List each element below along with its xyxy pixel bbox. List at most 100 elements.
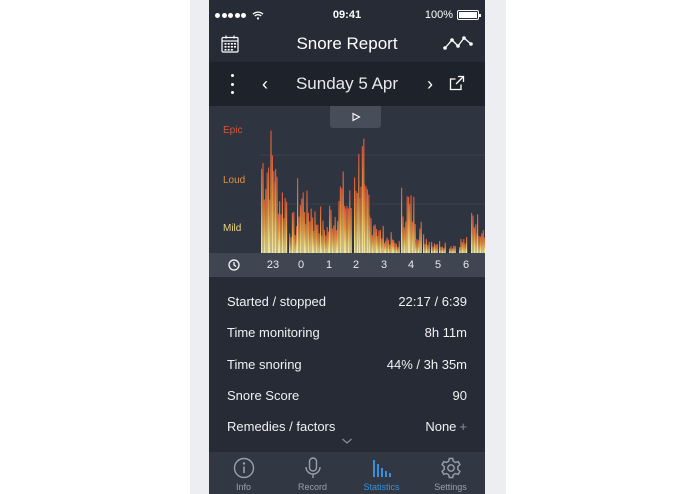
info-icon (233, 457, 254, 479)
battery-percent: 100% (424, 9, 453, 21)
wifi-icon (252, 10, 264, 19)
tab-label: Info (235, 482, 251, 492)
date-label: Sunday 5 Apr (295, 74, 399, 93)
tab-info[interactable]: Info (209, 452, 278, 494)
snore-bar (398, 240, 400, 253)
snore-bar (381, 238, 383, 253)
stat-label: Time monitoring (227, 325, 320, 340)
snore-bar (450, 246, 452, 253)
snore-bar (379, 229, 381, 253)
snore-bar (270, 130, 272, 253)
snore-bar (482, 229, 484, 253)
snore-bar (350, 207, 352, 253)
tab-bar: Info Record Statistics Settings (209, 452, 485, 494)
snore-bar (347, 208, 349, 253)
snore-bar (331, 228, 333, 253)
snore-bar (472, 215, 474, 253)
snore-bar (366, 189, 368, 253)
snore-bar (385, 240, 387, 253)
snore-bar (286, 201, 288, 253)
snore-bar (369, 215, 371, 253)
snore-bar (406, 196, 408, 253)
play-button[interactable] (330, 106, 381, 128)
snore-bar (281, 192, 283, 253)
signal-dots-icon (215, 12, 246, 18)
date-bar: ‹ Sunday 5 Apr › (209, 62, 485, 106)
tab-record[interactable]: Record (278, 452, 347, 494)
snore-bar (436, 243, 438, 253)
snore-bar (413, 196, 415, 253)
share-icon[interactable] (449, 75, 465, 91)
snore-bar (309, 221, 311, 253)
clock-icon (228, 259, 240, 271)
next-day-button[interactable]: › (420, 73, 440, 95)
time-tick: 2 (352, 259, 360, 271)
snore-bar (444, 242, 446, 253)
snore-bar (277, 213, 279, 253)
snore-bar (477, 214, 479, 253)
snore-bar (279, 201, 281, 253)
level-label-mild: Mild (223, 223, 242, 234)
time-tick: 6 (462, 259, 470, 271)
add-remedy-icon[interactable]: + (459, 419, 467, 434)
snore-bar (466, 236, 468, 253)
snore-bar (419, 228, 421, 253)
snore-bar (338, 201, 340, 253)
previous-day-button[interactable]: ‹ (255, 73, 275, 95)
stat-value: None + (425, 419, 467, 434)
snore-bar (360, 186, 362, 253)
snore-bar (341, 188, 343, 253)
snore-bar (382, 225, 384, 253)
snore-bar (402, 216, 404, 253)
tab-settings[interactable]: Settings (416, 452, 485, 494)
snore-bar (394, 242, 396, 253)
snore-bar (484, 237, 485, 253)
stat-label: Time snoring (227, 357, 302, 372)
calendar-icon[interactable] (221, 35, 239, 53)
snore-bar (305, 223, 307, 253)
snore-bar (454, 246, 456, 253)
snore-bar (269, 199, 271, 253)
snore-bars (261, 130, 485, 253)
snore-bar (453, 245, 455, 253)
snore-bar (416, 238, 418, 253)
snore-bar (405, 221, 407, 253)
time-tick: 23 (266, 259, 280, 271)
tab-statistics[interactable]: Statistics (347, 452, 416, 494)
snore-bar (415, 239, 417, 253)
stat-label: Snore Score (227, 388, 300, 403)
trend-chart-icon[interactable] (443, 34, 473, 54)
snore-bar (334, 217, 336, 253)
snore-bar (307, 212, 309, 253)
phone-screen: 09:41 100% Snore Report ‹ Sunday 5 Apr ›… (209, 0, 485, 494)
snore-bar (374, 224, 376, 253)
snore-bar (359, 198, 361, 253)
snore-bar (313, 230, 315, 253)
snore-bar (291, 212, 293, 253)
stat-value: 8h 11m (424, 325, 467, 340)
snore-bar (410, 195, 412, 253)
level-label-loud: Loud (223, 175, 246, 186)
tab-label: Statistics (363, 482, 400, 492)
snore-bar (345, 208, 347, 253)
snore-bar (386, 237, 388, 253)
more-menu-icon[interactable] (229, 74, 235, 94)
stat-remedies-factors[interactable]: Remedies / factors None + (209, 417, 485, 437)
microphone-icon (304, 457, 321, 478)
snore-bar (464, 243, 466, 253)
gear-icon (440, 457, 461, 479)
snore-bar (364, 184, 366, 253)
snore-bar (306, 190, 308, 253)
snore-bar (297, 178, 299, 253)
chevron-down-icon[interactable] (341, 437, 353, 445)
snore-bar (339, 186, 341, 253)
snore-bar (333, 225, 335, 253)
snore-bar (283, 218, 285, 253)
snore-bar (403, 227, 405, 253)
time-tick: 3 (380, 259, 388, 271)
snore-bar (275, 168, 277, 253)
snore-bar (473, 227, 475, 253)
stat-time-monitoring: Time monitoring 8h 11m (209, 323, 485, 343)
tab-label: Record (297, 482, 327, 492)
snore-bar (262, 162, 264, 253)
